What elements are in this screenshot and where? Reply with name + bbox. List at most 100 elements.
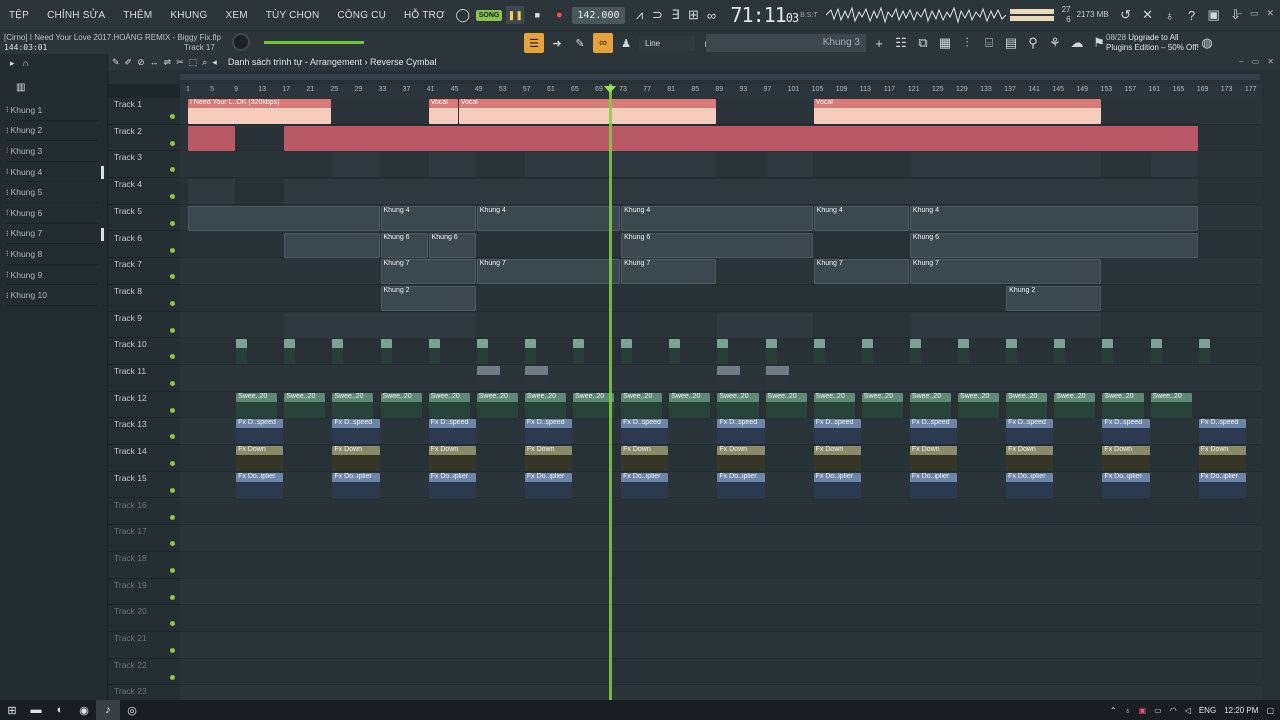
plugin-picker-icon[interactable]: ▤	[1002, 34, 1020, 52]
tray-battery-icon[interactable]: ▭	[1154, 706, 1162, 715]
playlist-clip[interactable]: Swee..20	[428, 392, 470, 418]
playlist-clip[interactable]	[284, 232, 380, 258]
track-mute-led[interactable]	[170, 674, 175, 680]
playlist-clip[interactable]	[284, 312, 476, 338]
playlist-clip[interactable]: Fx Down	[621, 446, 669, 472]
playlist-clip[interactable]: Fx D..speed	[428, 419, 476, 445]
pattern-list-item[interactable]: ⁝ Khung 6	[6, 203, 98, 224]
playlist-clip[interactable]: Khung 6	[428, 232, 476, 258]
playlist-clip[interactable]	[765, 366, 789, 391]
playlist-clip[interactable]: Fx Down	[332, 446, 380, 472]
track-header[interactable]: Track 18	[108, 552, 180, 579]
playlist-clip[interactable]: Fx Do..iplier	[524, 472, 573, 498]
playlist-clip[interactable]: Khung 6	[909, 232, 1198, 258]
playlist-clip[interactable]: Khung 4	[476, 205, 621, 231]
menu-options[interactable]: TÙY CHỌN	[257, 10, 329, 21]
playlist-view-icon[interactable]: ☰	[524, 33, 544, 53]
track-lane[interactable]	[180, 551, 1262, 579]
slice-tool-icon[interactable]: ✂	[176, 57, 184, 68]
track-lane[interactable]	[180, 498, 1262, 526]
playback-tool-icon[interactable]: ◂	[212, 57, 217, 68]
channel-rack-icon[interactable]: ▦	[936, 34, 954, 52]
arrow-right-icon[interactable]: ➜	[547, 33, 567, 53]
playlist-clip[interactable]: Swee..20	[1150, 392, 1192, 418]
browser-icon[interactable]: ⌸	[980, 34, 998, 52]
playlist-restore-icon[interactable]: ▭	[1252, 57, 1260, 66]
pattern-list-item[interactable]: ⁝ Khung 9	[6, 265, 98, 286]
minimize-icon[interactable]: –	[1237, 8, 1242, 19]
track-mute-led[interactable]	[170, 140, 175, 146]
playlist-clip[interactable]: Swee..20	[284, 392, 326, 418]
playlist-clip[interactable]: Fx D..speed	[1198, 419, 1246, 445]
playlist-clip[interactable]	[813, 339, 825, 365]
playlist-clip[interactable]: Khung 7	[909, 259, 1102, 285]
arrangement-name[interactable]: Arrangement	[310, 57, 362, 67]
touch-keyboard-icon[interactable]: ⚘	[1046, 34, 1064, 52]
playlist-clip[interactable]: Fx Do..iplier	[428, 472, 476, 498]
track-mute-led[interactable]	[170, 194, 175, 200]
playlist-clip[interactable]: Khung 7	[621, 259, 717, 285]
track-header[interactable]: Track 5	[108, 204, 186, 232]
cloud-icon[interactable]: ☁	[1068, 34, 1086, 52]
playlist-clip[interactable]: Khung 4	[621, 205, 813, 231]
playlist-clip[interactable]: Fx D..speed	[909, 419, 958, 445]
playlist-clip[interactable]: Khung 7	[476, 259, 621, 285]
playlist-clip[interactable]: Fx D..speed	[1006, 419, 1054, 445]
track-mute-led[interactable]	[170, 354, 175, 360]
track-mute-led[interactable]	[170, 327, 175, 333]
pattern-list-item[interactable]: ⁝ Khung 1	[6, 100, 98, 121]
track-header[interactable]: Track 12	[108, 391, 186, 419]
playlist-clip[interactable]	[1006, 339, 1018, 365]
countdown-icon[interactable]: ∃	[667, 6, 685, 24]
playlist-clip[interactable]	[909, 152, 1102, 178]
track-mute-led[interactable]	[170, 594, 175, 600]
track-header[interactable]: Track 6	[108, 232, 180, 259]
playlist-clip[interactable]: Khung 2	[1006, 285, 1102, 311]
notification-icon[interactable]: ▢	[1266, 706, 1274, 715]
track-lane[interactable]	[180, 579, 1262, 606]
playlist-clip[interactable]	[669, 339, 681, 365]
pattern-list-item[interactable]: ⁝ Khung 4	[6, 162, 104, 183]
playlist-clip[interactable]	[476, 339, 488, 365]
playlist-clip[interactable]	[717, 339, 729, 365]
track-mute-led[interactable]	[170, 381, 175, 386]
pattern-list-item[interactable]: ⁝ Khung 3	[6, 141, 98, 162]
track-header[interactable]: Track 8	[108, 285, 180, 312]
playlist-clip[interactable]	[332, 152, 380, 178]
song-mode-button[interactable]: SONG	[475, 9, 503, 21]
save-icon[interactable]: ▣	[1205, 6, 1223, 24]
link-icon[interactable]: ∞	[593, 33, 613, 53]
playlist-clip[interactable]: Swee..20	[717, 392, 759, 418]
playlist-clip[interactable]: Fx Down	[909, 446, 958, 472]
pattern-selector[interactable]: Khung 3	[706, 34, 866, 52]
tray-network-icon[interactable]: ◠	[1170, 706, 1177, 715]
playlist-clip[interactable]	[524, 366, 548, 391]
playlist-clip[interactable]: Fx Do..iplier	[909, 472, 958, 498]
tray-language[interactable]: ENG	[1199, 706, 1216, 715]
track-header[interactable]: Track 7	[108, 258, 186, 285]
playlist-clip[interactable]	[1198, 339, 1210, 365]
playlist-clip[interactable]: Fx D..speed	[813, 419, 861, 445]
piano-roll-icon[interactable]: ⧉	[914, 34, 932, 52]
playlist-clip[interactable]: Khung 6	[621, 232, 813, 258]
play-pause-button[interactable]: ❚❚	[506, 6, 525, 24]
playlist-clip[interactable]	[861, 339, 873, 365]
playlist-clip[interactable]: Fx Down	[813, 446, 861, 472]
stamp-icon[interactable]: ♟	[616, 33, 636, 53]
playlist-close-icon[interactable]: ✕	[1267, 57, 1274, 66]
track-mute-led[interactable]	[170, 407, 175, 413]
menu-add[interactable]: THÊM	[114, 10, 161, 21]
tempo-display[interactable]: 142.000	[572, 6, 625, 24]
playlist-clip[interactable]: Khung 4	[909, 205, 1198, 231]
playlist-clip[interactable]	[236, 339, 248, 365]
playlist-clip[interactable]: Swee..20	[236, 392, 278, 418]
playlist-vertical-scrollbar[interactable]	[1262, 84, 1280, 700]
track-mute-led[interactable]	[170, 648, 175, 653]
playlist-clip[interactable]: Khung 7	[813, 259, 909, 285]
menu-tools[interactable]: CÔNG CỤ	[328, 10, 395, 21]
playlist-clip[interactable]	[188, 205, 380, 231]
playhead-marker[interactable]	[604, 86, 616, 93]
playlist-clip[interactable]: Khung 2	[380, 285, 476, 311]
track-lane[interactable]	[180, 525, 1262, 552]
track-header[interactable]: Track 16	[108, 499, 180, 526]
